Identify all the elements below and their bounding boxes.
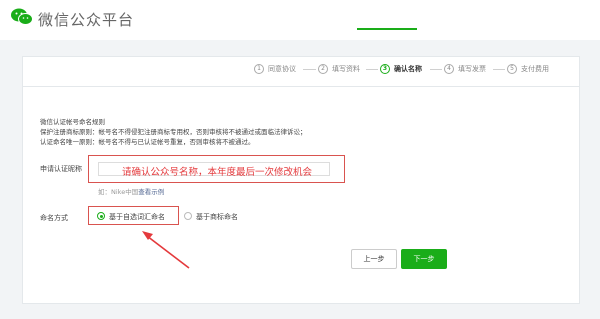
radio-custom-words[interactable] bbox=[97, 212, 105, 220]
step-connector bbox=[493, 69, 505, 70]
platform-title[interactable]: 微信公众平台 bbox=[38, 9, 134, 30]
step-label: 确认名称 bbox=[394, 65, 422, 73]
step-payment: 5 支付费用 bbox=[507, 64, 549, 74]
step-label: 同意协议 bbox=[268, 65, 296, 73]
name-example: 如：Nike中国查看示例 bbox=[98, 186, 164, 196]
steps-divider bbox=[22, 86, 580, 87]
warning-callout-text: 请确认公众号名称，本年度最后一次修改机会 bbox=[122, 167, 313, 178]
step-agree: 1 同意协议 bbox=[254, 64, 296, 74]
option-trademark-label[interactable]: 基于商标命名 bbox=[196, 212, 238, 222]
step-number: 2 bbox=[318, 64, 328, 74]
step-connector bbox=[430, 69, 442, 70]
apply-name-label: 申请认证昵称 bbox=[40, 165, 82, 173]
radio-trademark[interactable] bbox=[184, 212, 192, 220]
step-invoice: 4 填写发票 bbox=[444, 64, 486, 74]
previous-step-button[interactable]: 上一步 bbox=[351, 249, 397, 269]
progress-steps: 1 同意协议 2 填写资料 3 确认名称 4 填写发票 5 支付费用 bbox=[22, 56, 580, 86]
example-text: 如：Nike中国 bbox=[98, 188, 139, 196]
option-custom-words-label[interactable]: 基于自选词汇命名 bbox=[109, 212, 165, 222]
wechat-logo-icon[interactable] bbox=[10, 7, 34, 27]
step-number: 5 bbox=[507, 64, 517, 74]
naming-rules-title: 微信认证帐号命名规则 bbox=[40, 118, 105, 126]
rule-unique: 认证命名唯一原则：帐号名不得与已认证帐号重复，否则审核将不被通过。 bbox=[40, 138, 255, 146]
step-confirm-name: 3 确认名称 bbox=[380, 64, 422, 74]
active-step-indicator bbox=[357, 28, 417, 30]
rule-trademark: 保护注册商标原则：帐号名不得侵犯注册商标专用权，否则审核将不被通过或面临法律诉讼… bbox=[40, 128, 307, 136]
step-label: 支付费用 bbox=[521, 65, 549, 73]
step-fill-info: 2 填写资料 bbox=[318, 64, 360, 74]
step-label: 填写资料 bbox=[332, 65, 360, 73]
top-header: 微信公众平台 bbox=[0, 0, 600, 40]
naming-method-label: 命名方式 bbox=[40, 214, 68, 222]
next-step-button[interactable]: 下一步 bbox=[401, 249, 447, 269]
step-label: 填写发票 bbox=[458, 65, 486, 73]
step-number: 4 bbox=[444, 64, 454, 74]
step-connector bbox=[303, 69, 316, 70]
step-number: 1 bbox=[254, 64, 264, 74]
view-example-link[interactable]: 查看示例 bbox=[138, 188, 164, 196]
step-number: 3 bbox=[380, 64, 390, 74]
step-connector bbox=[366, 69, 378, 70]
